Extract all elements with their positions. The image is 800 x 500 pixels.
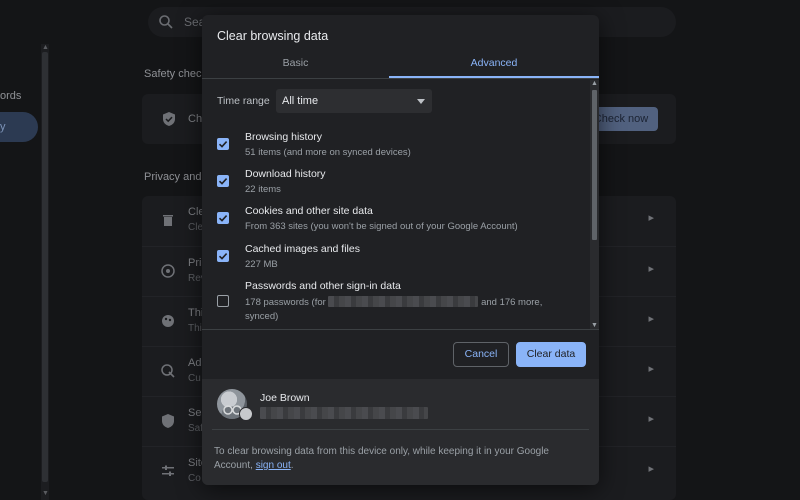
dialog-tabs: Basic Advanced <box>202 55 599 79</box>
row-subtitle: Cle <box>188 222 204 233</box>
checkmark-icon <box>218 253 228 260</box>
cached-images-checkbox[interactable] <box>217 250 229 262</box>
option-subtitle-line2: synced) <box>245 311 279 322</box>
sidebar-item-passwords[interactable]: ords <box>0 90 21 102</box>
clear-browsing-data-dialog: Clear browsing data Basic Advanced Time … <box>202 15 599 485</box>
scroll-up-icon[interactable]: ▲ <box>591 80 598 88</box>
option-subtitle: 22 items <box>245 184 281 195</box>
options-divider <box>202 329 599 330</box>
time-range-value: All time <box>282 95 319 107</box>
ads-icon <box>161 364 175 378</box>
chevron-right-icon: ▸ <box>648 413 654 425</box>
account-divider <box>212 429 589 430</box>
option-title: Cookies and other site data <box>245 205 373 217</box>
row-subtitle: Saf <box>188 423 204 434</box>
row-title: Thi <box>188 307 204 319</box>
cookie-icon <box>161 264 175 278</box>
row-subtitle: Cu <box>188 373 201 384</box>
options-scrollbar[interactable]: ▲ ▼ <box>590 80 599 330</box>
redacted-sites <box>328 296 479 307</box>
shield-check-icon <box>163 112 175 126</box>
option-subtitle: From 363 sites (you won't be signed out … <box>245 221 518 232</box>
cookies-checkbox[interactable] <box>217 212 229 224</box>
checkmark-icon <box>218 178 228 185</box>
safety-check-text: Ch <box>188 113 203 125</box>
passwords-subtitle-prefix: 178 passwords (for <box>245 297 326 308</box>
option-subtitle: 51 items (and more on synced devices) <box>245 147 411 158</box>
redacted-account-email <box>260 407 428 419</box>
clear-data-button[interactable]: Clear data <box>516 342 586 367</box>
row-title: Ad <box>188 357 202 369</box>
passwords-checkbox[interactable] <box>217 295 229 307</box>
privacy-heading: Privacy and <box>144 171 202 183</box>
tune-icon <box>162 465 174 476</box>
palette-icon <box>162 315 174 327</box>
row-subtitle: Co <box>188 473 201 484</box>
search-icon <box>159 15 173 29</box>
browsing-history-checkbox[interactable] <box>217 138 229 150</box>
option-title: Download history <box>245 168 326 180</box>
sidebar-item-privacy[interactable]: y <box>0 112 38 142</box>
note-end: . <box>290 460 294 471</box>
sync-badge-icon <box>239 407 253 421</box>
cancel-button[interactable]: Cancel <box>453 342 509 367</box>
option-subtitle: 178 passwords (for and 176 more, <box>245 296 542 308</box>
chevron-right-icon: ▸ <box>648 313 654 325</box>
checkmark-icon <box>218 215 228 222</box>
account-section: Joe Brown To clear browsing data from th… <box>202 379 599 485</box>
option-title: Passwords and other sign-in data <box>245 280 401 292</box>
dialog-title: Clear browsing data <box>217 29 329 43</box>
sign-out-note: To clear browsing data from this device … <box>214 445 574 473</box>
scroll-up-icon[interactable]: ▲ <box>42 44 49 52</box>
download-history-checkbox[interactable] <box>217 175 229 187</box>
account-name: Joe Brown <box>260 392 310 404</box>
row-subtitle: Thi <box>188 323 202 334</box>
dropdown-arrow-icon <box>417 99 425 104</box>
option-title: Cached images and files <box>245 243 360 255</box>
tabs-divider <box>202 78 599 79</box>
checkmark-icon <box>218 141 228 148</box>
safety-check-heading: Safety chec <box>144 68 202 80</box>
trash-icon <box>163 215 173 226</box>
chevron-right-icon: ▸ <box>648 363 654 375</box>
chevron-right-icon: ▸ <box>648 212 654 224</box>
option-subtitle: 227 MB <box>245 259 278 270</box>
sign-out-link[interactable]: sign out <box>256 460 291 471</box>
scroll-down-icon[interactable]: ▼ <box>42 490 49 498</box>
option-title: Browsing history <box>245 131 323 143</box>
chevron-right-icon: ▸ <box>648 263 654 275</box>
chevron-right-icon: ▸ <box>648 463 654 475</box>
time-range-label: Time range <box>217 95 270 107</box>
shield-icon <box>162 414 174 428</box>
passwords-subtitle-suffix: and 176 more, <box>481 297 543 308</box>
time-range-select[interactable]: All time <box>276 89 432 113</box>
screen: Sea ords y ▲ ▼ Safety chec Ch Check now … <box>0 0 800 500</box>
tab-basic[interactable]: Basic <box>202 55 389 79</box>
scrollbar-thumb[interactable] <box>592 90 597 240</box>
scrollbar-thumb[interactable] <box>42 52 48 482</box>
sidebar-scrollbar[interactable]: ▲ ▼ <box>41 44 49 500</box>
row-title: Pri <box>188 257 202 269</box>
sidebar-item-label: y <box>0 121 6 133</box>
